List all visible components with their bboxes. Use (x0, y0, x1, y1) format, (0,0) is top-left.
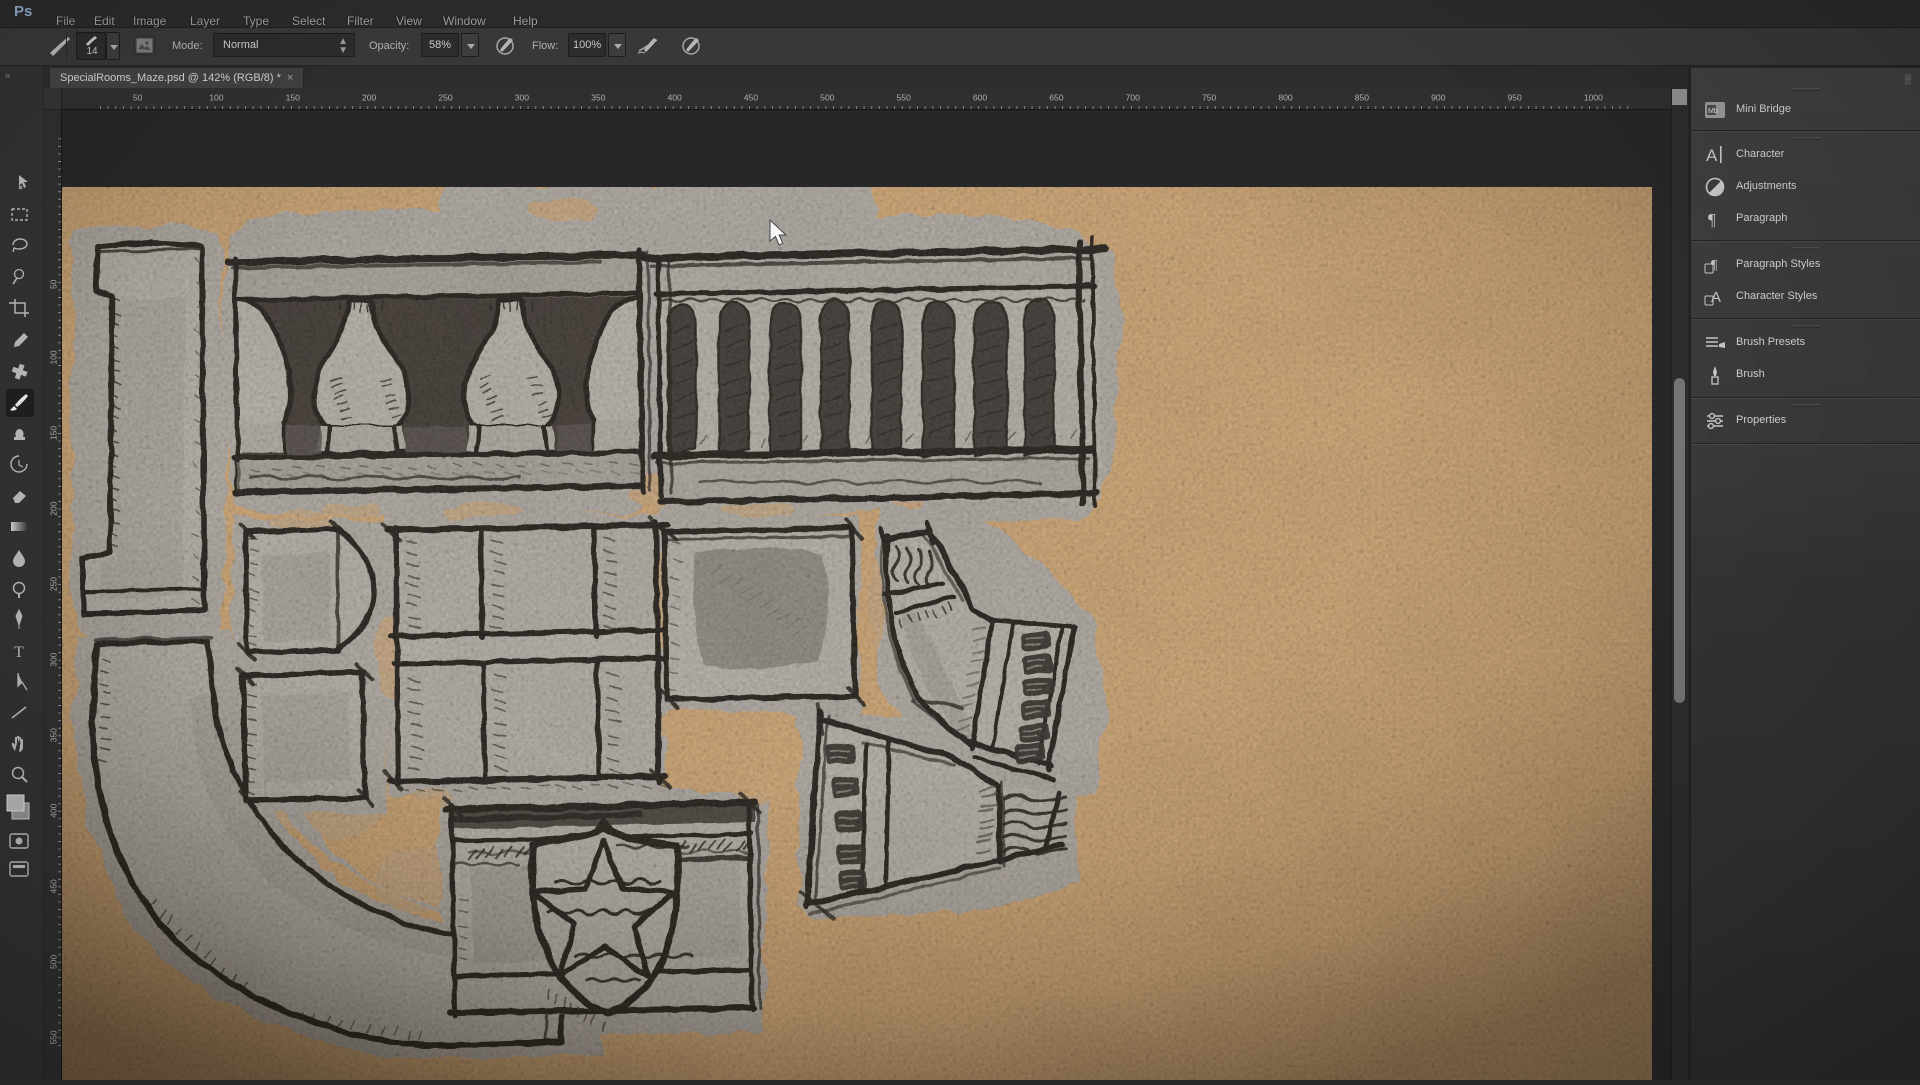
svg-text:450: 450 (48, 879, 58, 893)
svg-text:Mb: Mb (1708, 108, 1718, 115)
svg-text:100: 100 (209, 92, 224, 102)
svg-text:T: T (14, 644, 24, 661)
svg-text:300: 300 (48, 652, 58, 666)
svg-text:350: 350 (591, 92, 606, 102)
svg-text:500: 500 (48, 955, 58, 969)
svg-text:A: A (1706, 146, 1718, 165)
svg-text:150: 150 (48, 426, 58, 440)
svg-text:750: 750 (1202, 92, 1217, 102)
svg-text:500: 500 (820, 92, 835, 102)
svg-text:50: 50 (48, 279, 58, 289)
svg-text:1000: 1000 (1584, 92, 1603, 102)
svg-text:550: 550 (897, 92, 912, 102)
svg-text:¶: ¶ (1711, 258, 1718, 273)
svg-text:250: 250 (438, 92, 453, 102)
svg-text:650: 650 (1049, 92, 1064, 102)
svg-text:200: 200 (48, 501, 58, 515)
svg-text:150: 150 (286, 92, 301, 102)
svg-text:800: 800 (1278, 92, 1293, 102)
svg-text:300: 300 (515, 92, 530, 102)
svg-text:50: 50 (133, 92, 143, 102)
svg-text:700: 700 (1126, 92, 1141, 102)
svg-text:400: 400 (667, 92, 682, 102)
svg-text:350: 350 (48, 728, 58, 742)
svg-text:200: 200 (362, 92, 377, 102)
svg-text:250: 250 (48, 577, 58, 591)
svg-text:400: 400 (48, 803, 58, 817)
svg-text:850: 850 (1355, 92, 1370, 102)
svg-text:550: 550 (48, 1030, 58, 1044)
svg-text:600: 600 (973, 92, 988, 102)
svg-text:950: 950 (1507, 92, 1522, 102)
svg-text:900: 900 (1431, 92, 1446, 102)
svg-text:450: 450 (744, 92, 759, 102)
svg-text:¶: ¶ (1708, 210, 1716, 229)
svg-text:100: 100 (48, 350, 58, 364)
